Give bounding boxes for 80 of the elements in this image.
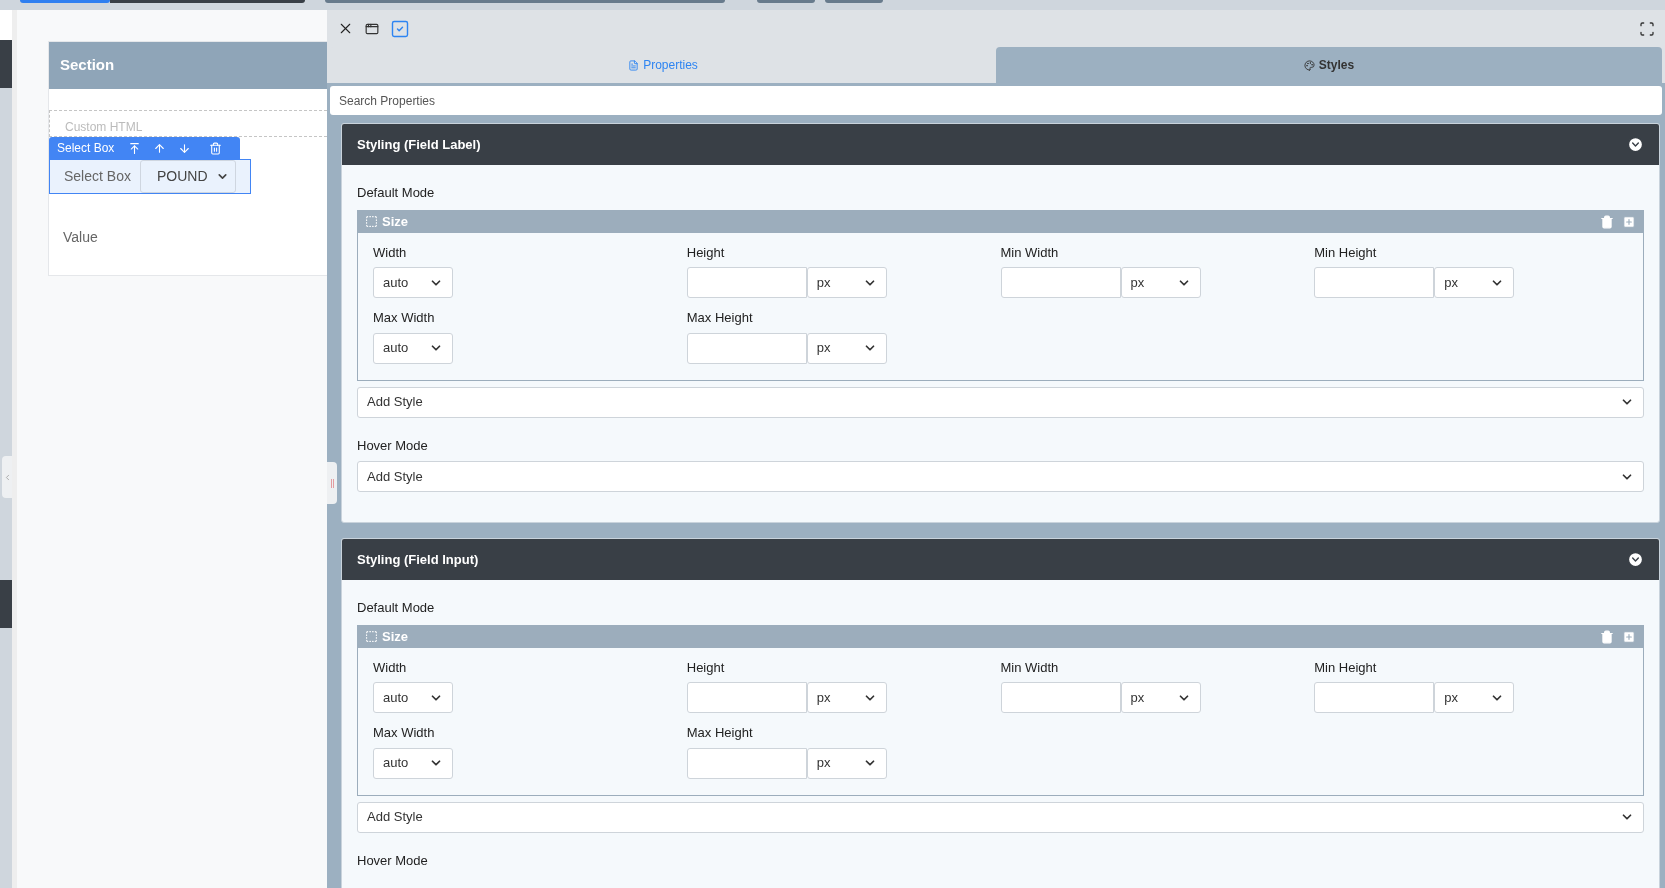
mode-label: Default Mode <box>357 184 436 202</box>
field-label: Height <box>686 243 726 262</box>
unit-dropdown[interactable]: px <box>1434 267 1515 298</box>
card-title: Styling (Field Input) <box>357 550 479 569</box>
mode-label: Hover Mode <box>357 436 429 455</box>
field-label: Height <box>686 658 726 677</box>
tab[interactable]: Styles <box>996 47 1662 83</box>
selected-component[interactable]: Select Box POUND <box>49 159 251 194</box>
component-label: Select Box <box>64 167 132 186</box>
unit-dropdown[interactable]: px <box>806 682 887 713</box>
collapse-handle[interactable] <box>2 456 12 498</box>
trash-icon[interactable] <box>209 141 223 155</box>
field-label: Width <box>373 243 408 262</box>
value-dropdown[interactable]: auto <box>373 332 453 364</box>
input-field[interactable] <box>1000 267 1121 298</box>
field-label: Width <box>373 658 408 677</box>
group-title: Size <box>382 627 408 646</box>
value-label: Value <box>63 229 98 245</box>
value-dropdown[interactable]: POUND <box>140 160 236 193</box>
sidebar-header-edge <box>0 40 12 88</box>
group-title: Size <box>382 212 408 231</box>
trash-icon[interactable] <box>1600 214 1614 229</box>
custom-html-label: Custom HTML <box>65 120 144 134</box>
value-dropdown[interactable]: auto <box>373 747 453 779</box>
sidebar-header-edge <box>0 580 12 628</box>
unit-dropdown[interactable]: px <box>806 747 887 779</box>
trash-icon[interactable] <box>1600 629 1614 644</box>
add-style-dropdown[interactable]: Add Style <box>357 461 1644 492</box>
card-title: Styling (Field Label) <box>357 135 481 154</box>
cropped-button[interactable] <box>757 0 815 3</box>
mode-label: Default Mode <box>357 599 436 617</box>
input-field[interactable] <box>686 332 807 364</box>
unit-dropdown[interactable]: px <box>806 267 887 298</box>
input-field[interactable] <box>686 747 807 779</box>
collapse-icon[interactable] <box>1627 551 1644 568</box>
unit-dropdown[interactable]: px <box>1120 682 1201 713</box>
input-field[interactable] <box>686 682 807 713</box>
cropped-button[interactable] <box>325 0 725 3</box>
value-dropdown[interactable]: auto <box>373 682 453 713</box>
field-label: Max Width <box>373 309 436 327</box>
card-header[interactable]: Styling (Field Label) <box>342 124 1659 165</box>
input-field[interactable] <box>1314 267 1435 298</box>
arrow-up-icon[interactable] <box>153 141 167 155</box>
add-icon[interactable] <box>1622 629 1636 644</box>
unit-dropdown[interactable]: px <box>806 332 887 364</box>
collapse-icon[interactable] <box>1627 136 1644 153</box>
field-label: Max Height <box>686 309 754 327</box>
add-style-dropdown[interactable]: Add Style <box>357 386 1644 418</box>
resize-icon <box>365 215 378 228</box>
field-label: Max Height <box>686 724 754 742</box>
cropped-button[interactable] <box>825 0 883 3</box>
input-field[interactable] <box>1000 682 1121 713</box>
cropped-button[interactable] <box>20 0 110 3</box>
input-field[interactable] <box>686 267 807 298</box>
field-label: Min Width <box>1000 243 1060 262</box>
fullscreen-icon[interactable] <box>1639 20 1655 37</box>
document-icon <box>628 59 640 71</box>
arrow-down-icon[interactable] <box>178 141 192 155</box>
unit-dropdown[interactable]: px <box>1434 682 1515 713</box>
card-header[interactable]: Styling (Field Input) <box>342 539 1659 580</box>
check-icon[interactable] <box>390 18 410 39</box>
unit-dropdown[interactable]: px <box>1120 267 1201 298</box>
value-dropdown[interactable]: auto <box>373 267 453 298</box>
palette-icon <box>1303 59 1315 71</box>
window-icon[interactable] <box>365 21 379 36</box>
search-field[interactable]: Search Properties <box>330 86 1662 115</box>
add-style-dropdown[interactable]: Add Style <box>357 801 1644 833</box>
mode-label: Hover Mode <box>357 851 429 870</box>
cropped-button[interactable] <box>110 0 305 3</box>
field-label: Min Width <box>1000 658 1060 677</box>
resize-handle[interactable] <box>327 462 337 504</box>
field-label: Min Height <box>1314 243 1378 262</box>
section-title: Section <box>60 55 115 76</box>
resize-icon <box>365 630 378 643</box>
add-icon[interactable] <box>1622 214 1636 229</box>
field-label: Max Width <box>373 724 436 742</box>
field-label: Min Height <box>1314 658 1378 677</box>
move-top-icon[interactable] <box>128 141 142 155</box>
input-field[interactable] <box>1314 682 1435 713</box>
toolbar-label: Select Box <box>57 140 115 157</box>
